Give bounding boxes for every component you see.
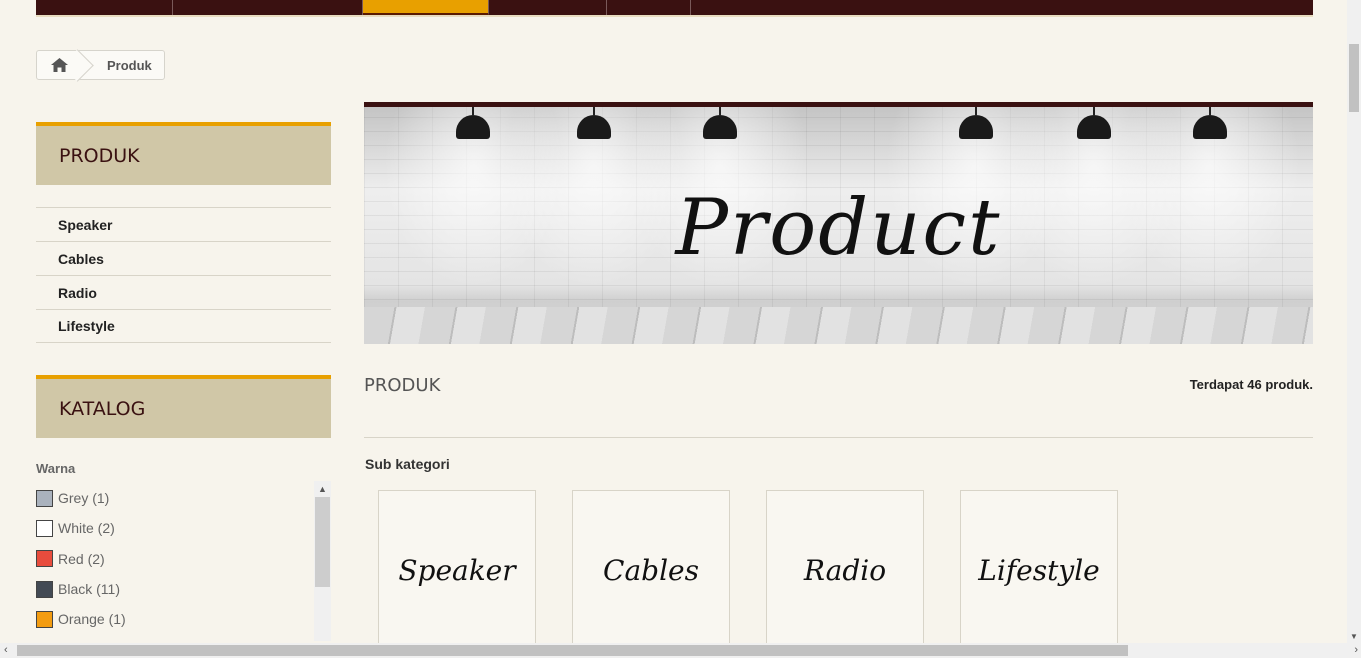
- breadcrumb: Produk: [36, 50, 165, 80]
- color-filter-item[interactable]: Red (2): [36, 544, 314, 574]
- katalog-block-title: KATALOG: [36, 375, 331, 438]
- lamp-icon: [959, 107, 993, 139]
- subcategory-tile-lifestyle[interactable]: Lifestyle: [960, 490, 1118, 650]
- color-filter-label: Warna: [36, 461, 76, 476]
- banner-product-text: Product: [675, 183, 1002, 273]
- home-icon: [50, 58, 68, 72]
- subcategory-name: Radio: [803, 553, 887, 587]
- subcategory-tiles: Speaker Cables Radio Lifestyle: [378, 490, 1118, 650]
- lamp-icon: [1193, 107, 1227, 139]
- page-horizontal-scrollbar[interactable]: ‹ ›: [0, 643, 1361, 658]
- category-link-radio[interactable]: Radio: [36, 275, 331, 309]
- breadcrumb-home-link[interactable]: [37, 51, 81, 79]
- color-filter-label-grey: Grey (1): [58, 490, 110, 507]
- color-swatch: [36, 580, 53, 598]
- color-filter-item[interactable]: Black (11): [36, 574, 314, 604]
- color-filter-label-red: Red (2): [58, 550, 105, 567]
- color-filter-item[interactable]: Orange (1): [36, 604, 314, 634]
- category-link-speaker[interactable]: Speaker: [36, 207, 331, 241]
- nav-item-2[interactable]: [173, 0, 363, 15]
- subcategory-name: Lifestyle: [978, 553, 1100, 587]
- nav-item-4[interactable]: [489, 0, 607, 15]
- category-link-lifestyle[interactable]: Lifestyle: [36, 309, 331, 343]
- page-vertical-scroll-thumb[interactable]: [1349, 44, 1359, 112]
- produk-block-title: PRODUK: [36, 122, 331, 185]
- subcategory-tile-speaker[interactable]: Speaker: [378, 490, 536, 650]
- lamp-icon: [703, 107, 737, 139]
- color-filter-label-white: White (2): [58, 520, 115, 537]
- scroll-right-icon[interactable]: ›: [1354, 644, 1358, 656]
- color-filter-list: Grey (1) White (2) Red (2) Black (11) Or…: [36, 483, 314, 640]
- color-swatch: [36, 519, 53, 537]
- page-horizontal-scroll-thumb[interactable]: [17, 645, 1128, 656]
- subcategory-name: Speaker: [398, 553, 516, 587]
- top-nav: [36, 0, 1313, 17]
- scroll-up-icon[interactable]: ▲: [314, 481, 331, 496]
- nav-item-3-active[interactable]: [363, 0, 489, 15]
- category-list: Speaker Cables Radio Lifestyle: [36, 207, 331, 343]
- subcategory-tile-cables[interactable]: Cables: [572, 490, 730, 650]
- divider: [364, 437, 1313, 438]
- product-count: Terdapat 46 produk.: [1189, 377, 1313, 392]
- subcategory-label: Sub kategori: [365, 456, 450, 472]
- color-filter-item[interactable]: Grey (1): [36, 483, 314, 513]
- color-filter-item[interactable]: [36, 634, 314, 640]
- subcategory-tile-radio[interactable]: Radio: [766, 490, 924, 650]
- color-filter-item[interactable]: White (2): [36, 513, 314, 543]
- color-filter-label-orange: Orange (1): [58, 611, 126, 628]
- lamp-icon: [577, 107, 611, 139]
- scroll-left-icon[interactable]: ‹: [4, 644, 8, 656]
- scroll-down-icon[interactable]: ▼: [1347, 632, 1361, 641]
- lamp-icon: [1077, 107, 1111, 139]
- color-swatch: [36, 489, 53, 507]
- category-link-cables[interactable]: Cables: [36, 241, 331, 275]
- category-banner: Product: [364, 102, 1313, 344]
- color-list-scroll-thumb[interactable]: [315, 497, 330, 587]
- subcategory-name: Cables: [603, 553, 699, 587]
- wood-floor: [364, 307, 1313, 344]
- color-list-scrollbar[interactable]: ▲: [314, 481, 331, 641]
- color-filter-label-black: Black (11): [58, 581, 120, 598]
- page-title: PRODUK: [364, 375, 441, 396]
- page-vertical-scrollbar[interactable]: ▼: [1347, 0, 1361, 643]
- lamp-icon: [456, 107, 490, 139]
- color-swatch: [36, 550, 53, 568]
- nav-item-5[interactable]: [607, 0, 691, 15]
- nav-item-1[interactable]: [36, 0, 173, 15]
- color-swatch: [36, 610, 53, 628]
